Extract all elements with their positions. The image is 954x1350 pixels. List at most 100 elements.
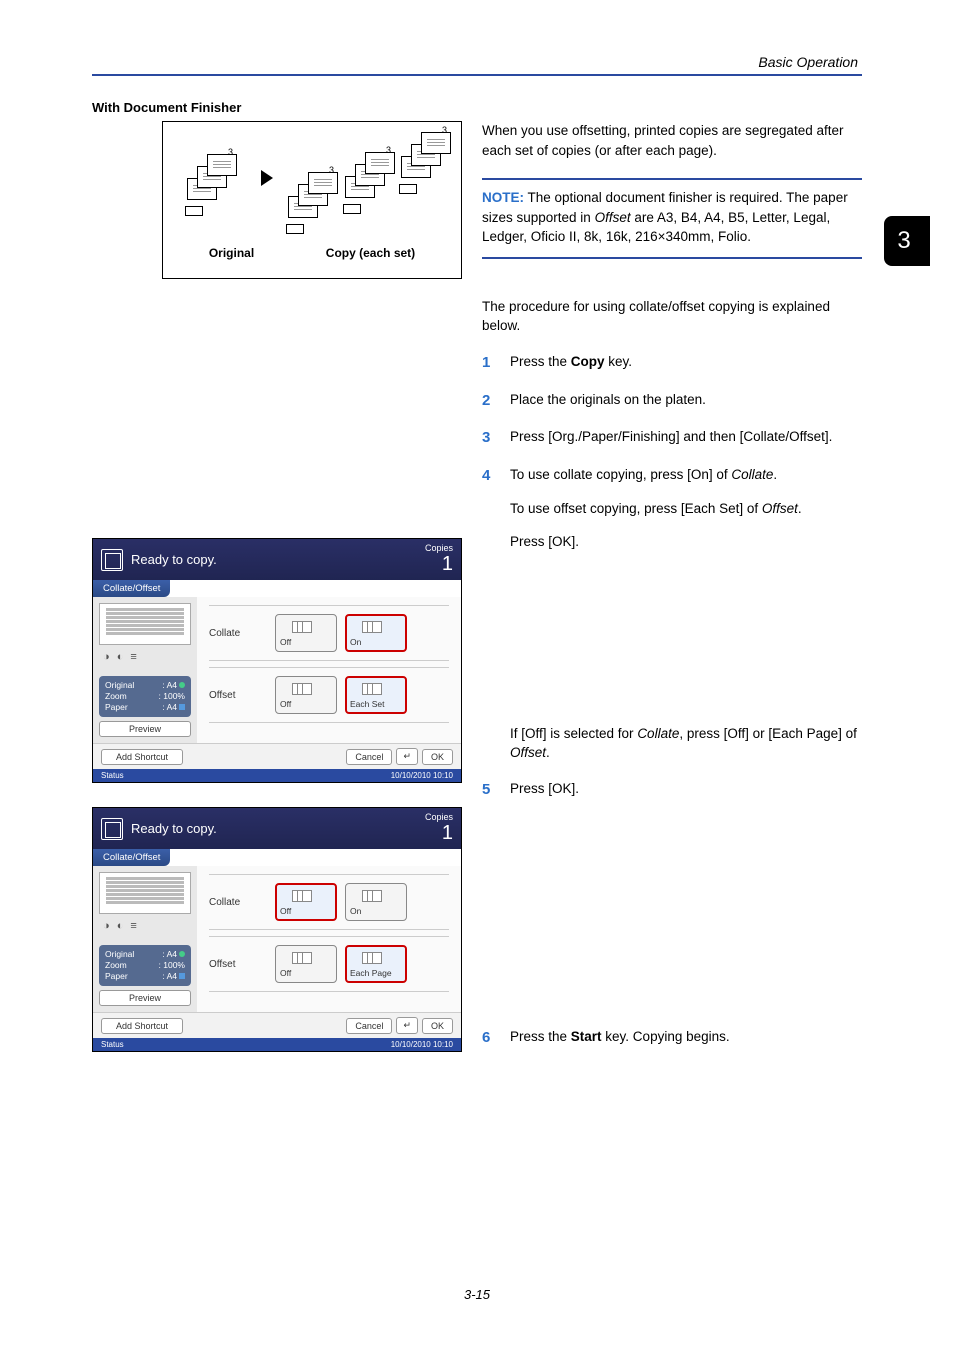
screen-title: Ready to copy. xyxy=(131,821,217,836)
copies-value: 1 xyxy=(435,553,453,576)
ok-button[interactable]: OK xyxy=(422,1018,453,1034)
step-number: 2 xyxy=(482,390,510,412)
collate-on-button[interactable]: On xyxy=(345,883,407,921)
screen-titlebar: Ready to copy. Copies 1 xyxy=(93,808,461,849)
job-info: Original: A4 Zoom: 100% Paper: A4 xyxy=(99,945,191,986)
preview-icons: ◑ ◐ ≡ xyxy=(99,918,191,934)
step-number: 6 xyxy=(482,1027,510,1049)
job-info: Original: A4 Zoom: 100% Paper: A4 xyxy=(99,676,191,717)
offset-each-set-icon xyxy=(350,681,402,699)
info-value: : A4 xyxy=(162,971,177,981)
collate-off-icon xyxy=(280,888,332,906)
offset-each-page-icon xyxy=(350,950,402,968)
step-number: 5 xyxy=(482,779,510,801)
screen-sidebar: ◑ ◐ ≡ Original: A4 Zoom: 100% Paper: A4 … xyxy=(93,597,197,743)
button-label: On xyxy=(350,906,402,916)
text-italic: Offset xyxy=(762,501,798,516)
info-value: : A4 xyxy=(162,702,177,712)
paper-icon xyxy=(179,973,185,979)
screen-title: Ready to copy. xyxy=(131,552,217,567)
collate-on-icon xyxy=(350,619,402,637)
info-value: : A4 xyxy=(162,680,177,690)
sheet-num: 3 xyxy=(329,165,334,175)
offset-each-set-button[interactable]: Each Set xyxy=(345,676,407,714)
offset-each-page-button[interactable]: Each Page xyxy=(345,945,407,983)
text: key. Copying begins. xyxy=(602,1029,730,1044)
status-label[interactable]: Status xyxy=(101,771,124,780)
status-label[interactable]: Status xyxy=(101,1040,124,1049)
text-italic: Collate xyxy=(637,726,679,741)
step-5-body: Press [OK]. xyxy=(510,779,862,801)
text: . xyxy=(546,745,550,760)
offset-off-button[interactable]: Off xyxy=(275,945,337,983)
add-shortcut-button[interactable]: Add Shortcut xyxy=(101,1018,183,1034)
touch-panel-screenshot-1: Ready to copy. Copies 1 Collate/Offset ◑… xyxy=(92,538,462,783)
info-label: Original xyxy=(105,680,134,691)
preview-button[interactable]: Preview xyxy=(99,721,191,737)
collate-on-icon xyxy=(350,888,402,906)
diagram-copy-label: Copy (each set) xyxy=(326,246,415,260)
screen-titlebar: Ready to copy. Copies 1 xyxy=(93,539,461,580)
info-value: : 100% xyxy=(159,691,185,702)
text: , press [Off] or [Each Page] of xyxy=(679,726,857,741)
text: key. xyxy=(605,354,633,369)
text: Press the xyxy=(510,354,571,369)
collate-on-button[interactable]: On xyxy=(345,614,407,652)
note-italic: Offset xyxy=(595,210,631,225)
offset-diagram: 1 2 3 1 2 3 1 2 3 xyxy=(162,121,462,279)
text-italic: Offset xyxy=(510,745,546,760)
button-label: On xyxy=(350,637,402,647)
copies-label: Copies xyxy=(425,812,453,822)
back-button[interactable]: ↵ xyxy=(396,1017,418,1034)
back-button[interactable]: ↵ xyxy=(396,748,418,765)
offset-off-icon xyxy=(280,950,332,968)
preview-thumbnail xyxy=(99,872,191,914)
text: If [Off] is selected for xyxy=(510,726,637,741)
collate-off-icon xyxy=(280,619,332,637)
sheet-num: 3 xyxy=(386,145,391,155)
offset-label: Offset xyxy=(209,959,257,970)
info-label: Paper xyxy=(105,702,128,713)
touch-panel-screenshot-2: Ready to copy. Copies 1 Collate/Offset ◑… xyxy=(92,807,462,1052)
status-datetime: 10/10/2010 10:10 xyxy=(391,1040,453,1049)
text: To use offset copying, press [Each Set] … xyxy=(510,501,762,516)
step-number: 4 xyxy=(482,465,510,763)
screen-tab[interactable]: Collate/Offset xyxy=(93,849,170,866)
step-number: 1 xyxy=(482,352,510,374)
preview-button[interactable]: Preview xyxy=(99,990,191,1006)
orientation-icon xyxy=(179,951,185,957)
button-label: Each Page xyxy=(350,968,402,978)
step-6-body: Press the Start key. Copying begins. xyxy=(510,1027,862,1049)
copies-label: Copies xyxy=(425,543,453,553)
sheet-num: 3 xyxy=(442,125,447,135)
info-value: : A4 xyxy=(162,949,177,959)
start-key-label: Start xyxy=(571,1029,602,1044)
step-number: 3 xyxy=(482,427,510,449)
info-label: Paper xyxy=(105,971,128,982)
info-value: : 100% xyxy=(159,960,185,971)
copies-value: 1 xyxy=(435,822,453,845)
text: Press the xyxy=(510,1029,571,1044)
intro-text: When you use offsetting, printed copies … xyxy=(482,121,862,160)
status-datetime: 10/10/2010 10:10 xyxy=(391,771,453,780)
button-label: Off xyxy=(280,637,332,647)
sheet-num: 3 xyxy=(228,147,233,157)
chapter-tab: 3 xyxy=(884,216,924,266)
button-label: Off xyxy=(280,906,332,916)
note-label: NOTE: xyxy=(482,190,524,205)
collate-label: Collate xyxy=(209,628,257,639)
side-tab-edge xyxy=(924,216,930,266)
step-2-body: Place the originals on the platen. xyxy=(510,390,862,412)
add-shortcut-button[interactable]: Add Shortcut xyxy=(101,749,183,765)
cancel-button[interactable]: Cancel xyxy=(346,1018,392,1034)
collate-off-button[interactable]: Off xyxy=(275,883,337,921)
collate-off-button[interactable]: Off xyxy=(275,614,337,652)
info-label: Original xyxy=(105,949,134,960)
ok-button[interactable]: OK xyxy=(422,749,453,765)
screen-tab[interactable]: Collate/Offset xyxy=(93,580,170,597)
screen-sidebar: ◑ ◐ ≡ Original: A4 Zoom: 100% Paper: A4 … xyxy=(93,866,197,1012)
offset-label: Offset xyxy=(209,690,257,701)
arrow-icon xyxy=(261,170,273,186)
offset-off-button[interactable]: Off xyxy=(275,676,337,714)
cancel-button[interactable]: Cancel xyxy=(346,749,392,765)
